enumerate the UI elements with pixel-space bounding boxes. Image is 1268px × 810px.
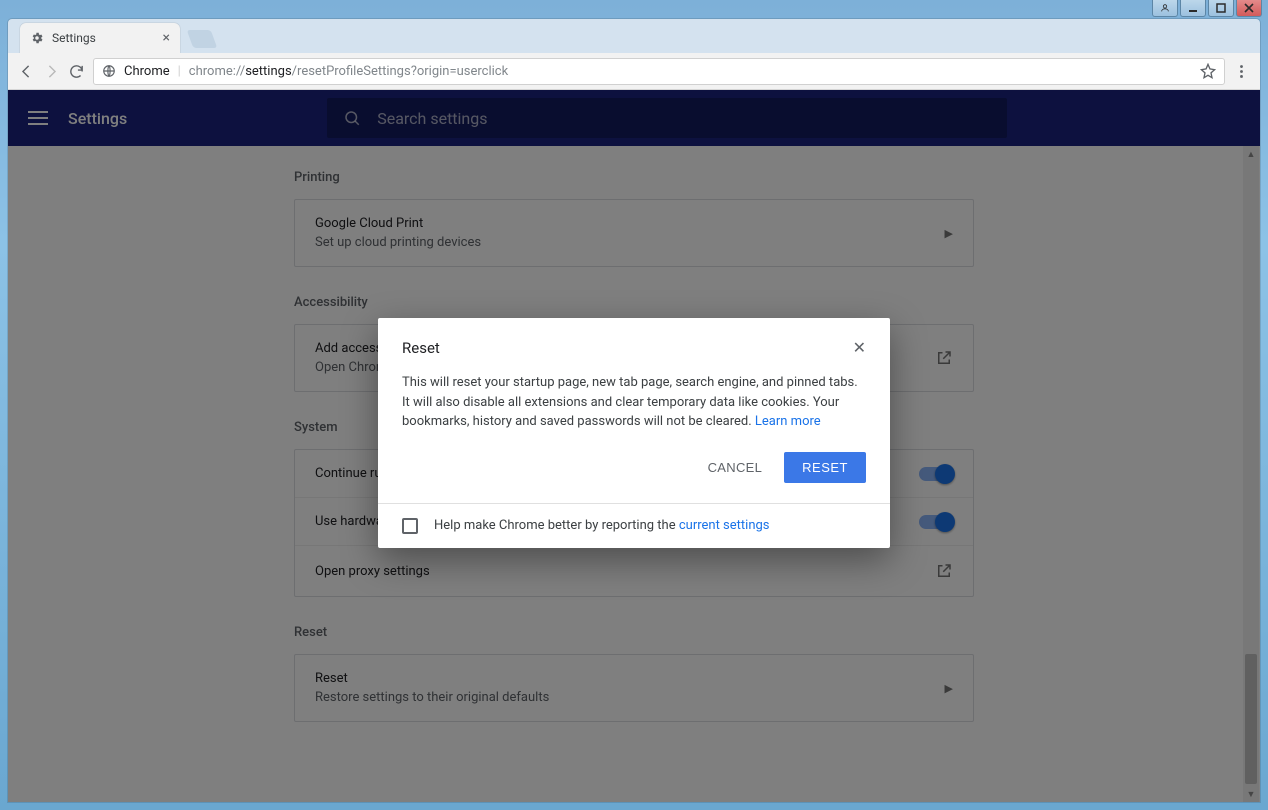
browser-menu-button[interactable]	[1233, 63, 1250, 80]
back-button[interactable]	[18, 63, 35, 80]
settings-page: Settings Search settings Printing Google…	[8, 90, 1260, 802]
cancel-button[interactable]: CANCEL	[694, 452, 777, 483]
url-scheme-label: Chrome	[124, 64, 170, 79]
url-part-1: chrome://	[189, 64, 245, 79]
current-settings-link[interactable]: current settings	[679, 518, 770, 533]
window-titlebar[interactable]	[0, 0, 1268, 19]
dialog-footer-text: Help make Chrome better by reporting the…	[434, 518, 770, 533]
dialog-close-button[interactable]: ✕	[853, 338, 866, 357]
tab-settings[interactable]: Settings ×	[20, 23, 180, 53]
window-frame: Settings × Chrome | chrome://settings/re…	[0, 0, 1268, 810]
site-info-icon[interactable]	[102, 64, 116, 78]
forward-button	[43, 63, 60, 80]
tab-label: Settings	[52, 31, 96, 45]
window-close-button[interactable]	[1236, 0, 1262, 17]
url-part-2: settings	[245, 64, 291, 79]
reset-confirm-button[interactable]: RESET	[784, 452, 866, 483]
reset-dialog: Reset ✕ This will reset your startup pag…	[378, 318, 890, 548]
bookmark-star-icon[interactable]	[1200, 63, 1216, 79]
learn-more-link[interactable]: Learn more	[755, 414, 821, 429]
tab-close-icon[interactable]: ×	[163, 31, 170, 45]
window-user-icon[interactable]	[1152, 0, 1178, 17]
dialog-body: This will reset your startup page, new t…	[378, 365, 890, 432]
browser-chrome: Settings × Chrome | chrome://settings/re…	[8, 19, 1260, 802]
new-tab-button[interactable]	[187, 30, 218, 48]
address-bar[interactable]: Chrome | chrome://settings/resetProfileS…	[93, 58, 1225, 85]
window-minimize-button[interactable]	[1180, 0, 1206, 17]
browser-toolbar: Chrome | chrome://settings/resetProfileS…	[8, 53, 1260, 90]
url-part-3: /resetProfileSettings?origin=userclick	[292, 64, 509, 79]
gear-icon	[30, 31, 44, 45]
dialog-title: Reset	[402, 339, 440, 357]
reload-button[interactable]	[68, 63, 85, 80]
window-maximize-button[interactable]	[1208, 0, 1234, 17]
report-settings-checkbox[interactable]	[402, 518, 418, 534]
tab-strip: Settings ×	[8, 19, 1260, 53]
